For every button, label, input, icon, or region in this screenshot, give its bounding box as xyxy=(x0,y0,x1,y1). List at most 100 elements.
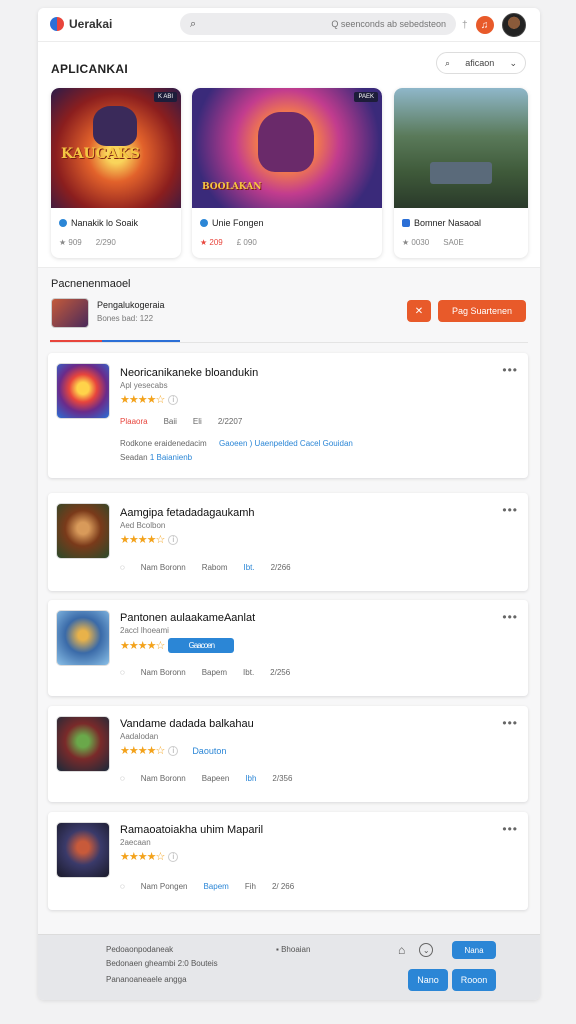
app-subtitle: Aadalodan xyxy=(120,732,159,741)
app-card[interactable]: Vandame dadada balkahau Aadalodan ★★★★☆ … xyxy=(48,706,528,802)
developer-avatar[interactable] xyxy=(51,298,89,328)
info-icon[interactable]: i xyxy=(168,534,179,545)
app-card[interactable]: Aamgipa fetadadagaukamh Aed Bcolbon ★★★★… xyxy=(48,493,528,591)
search-bar[interactable]: ⌕ xyxy=(180,13,456,35)
desc-left: Rodkone eraidenedacim xyxy=(120,439,207,448)
app-title: Aamgipa fetadadagaukamh xyxy=(120,507,255,519)
featured-artwork: KAUCAKS K ABI xyxy=(51,88,181,208)
meta-item: 2/256 xyxy=(270,668,291,677)
top-bar: Uerakai ⌕ † ♫ xyxy=(38,8,540,42)
location-icon: ◌ xyxy=(120,668,125,677)
app-description-2: Seadan 1 Baianienb xyxy=(120,453,192,462)
brand[interactable]: Uerakai xyxy=(50,17,112,31)
featured-name-text: Nanakik lo Soaik xyxy=(71,218,139,228)
footer-line: Pananoaneaele angga xyxy=(106,975,187,984)
pin-icon[interactable]: † xyxy=(462,20,468,31)
info-icon[interactable]: i xyxy=(168,851,179,862)
corner-badge: K ABI xyxy=(153,92,177,102)
featured-card[interactable]: BOOLAKAN PAEK Unie Fongen ★ 209 £ 090 xyxy=(192,88,382,258)
app-title: Vandame dadada balkahau xyxy=(120,718,254,730)
featured-rating: ★ 0030 xyxy=(402,238,430,247)
user-avatar[interactable] xyxy=(501,13,526,37)
app-extra-link[interactable]: Daouton xyxy=(192,746,226,756)
developer-name[interactable]: Pengalukogeraia xyxy=(97,300,165,310)
sort-dropdown[interactable]: ⌕ aficaon ⌄ xyxy=(436,52,526,74)
verified-icon xyxy=(200,219,208,227)
more-options-icon[interactable]: ••• xyxy=(502,363,518,377)
app-title: Ramaoatoiakha uhim Maparil xyxy=(120,824,264,836)
more-options-icon[interactable]: ••• xyxy=(502,610,518,624)
star-rating: ★★★★☆ Gaacoen xyxy=(120,638,235,653)
meta-item: Plaaora xyxy=(120,417,148,426)
top-icons: † ♫ xyxy=(462,13,526,37)
app-window: Uerakai ⌕ † ♫ APLICANKAI ⌕ aficaon ⌄ KAU… xyxy=(38,8,540,1000)
featured-card[interactable]: Bomner Nasaoal ★ 0030 SA0E xyxy=(394,88,528,258)
more-options-icon[interactable]: ••• xyxy=(502,503,518,517)
more-options-icon[interactable]: ••• xyxy=(502,716,518,730)
stars-icon: ★★★★☆ xyxy=(120,394,165,406)
featured-artwork xyxy=(394,88,528,208)
app-title: Pantonen aulaakameAanlat xyxy=(120,612,256,624)
chat-icon[interactable]: ⌄ xyxy=(419,943,434,957)
more-options-icon[interactable]: ••• xyxy=(502,822,518,836)
app-description: Rodkone eraidenedacim Gaoeen ) Uaenpelde… xyxy=(120,439,353,448)
footer-line: Bedonaen gheambi 2:0 Bouteis xyxy=(106,959,218,968)
footer-line: Pedoaonpodaneak xyxy=(106,945,174,954)
stars-icon: ★★★★☆ xyxy=(120,640,165,652)
app-meta-row: ◌ Nam Boronn Rabom Ibt. 2/266 xyxy=(120,563,291,572)
star-rating: ★★★★☆ i xyxy=(120,393,179,406)
meta-item: Rabom xyxy=(201,563,228,572)
location-icon: ◌ xyxy=(120,563,125,572)
app-subtitle: 2aecaan xyxy=(120,838,151,847)
featured-meta: ★ 209 £ 090 xyxy=(200,238,257,247)
app-meta-row: ◌ Nam Boronn Bapem Ibt. 2/256 xyxy=(120,668,290,677)
sort-label: aficaon xyxy=(465,58,495,68)
app-card[interactable]: Neoricanikaneke bloandukin Apl yesecabs … xyxy=(48,353,528,478)
featured-name-text: Unie Fongen xyxy=(212,218,264,228)
app-subtitle: 2accl lhoeami xyxy=(120,626,169,635)
meta-item: Bapeen xyxy=(201,774,230,783)
meta-item: Bapem xyxy=(201,668,228,677)
footer-secondary-button[interactable]: Rooon xyxy=(452,969,496,991)
section-title: APLICANKAI xyxy=(51,62,128,76)
vehicle-figure xyxy=(430,162,492,184)
meta-item: Bapem xyxy=(203,882,229,891)
featured-count: SA0E xyxy=(443,238,464,247)
desc-link[interactable]: Gaoeen ) Uaenpelded Cacel Gouidan xyxy=(219,439,353,448)
filter-search-icon: ⌕ xyxy=(445,57,451,68)
meta-item: 2/2207 xyxy=(217,417,243,426)
app-meta-row: ◌ Nam Pongen Bapem Fih 2/ 266 xyxy=(120,882,294,891)
bookmark-outline-icon[interactable]: ⌂ xyxy=(398,943,405,957)
app-subtitle: Apl yesecabs xyxy=(120,381,168,390)
footer-mid-text: Bhoaian xyxy=(281,945,311,954)
notification-icon[interactable]: ♫ xyxy=(475,16,494,34)
app-title: Neoricanikaneke bloandukin xyxy=(120,367,259,379)
footer-mid-label: ▪ Bhoaian xyxy=(276,945,310,954)
stars-icon: ★★★★☆ xyxy=(120,534,165,546)
follow-button[interactable]: Pag Suartenen xyxy=(438,300,526,322)
app-name: Uerakai xyxy=(69,17,113,31)
featured-card[interactable]: KAUCAKS K ABI Nanakik lo Soaik ★ 909 2/2… xyxy=(51,88,181,258)
location-icon: ◌ xyxy=(120,774,125,783)
app-icon xyxy=(56,610,110,666)
developer-section-title: Pacnenenmaoel xyxy=(51,278,131,290)
footer-primary-button[interactable]: Nano xyxy=(408,969,448,991)
app-icon xyxy=(56,822,110,878)
featured-rating: ★ 909 xyxy=(59,238,82,247)
meta-item: Nam Boronn xyxy=(140,668,186,677)
app-meta-row: ◌ Nam Boronn Bapeen Ibh 2/356 xyxy=(120,774,292,783)
desc2-link[interactable]: 1 Baianienb xyxy=(150,453,192,462)
developer-stats: Bones bad: 122 xyxy=(97,314,154,323)
footer-badge-button[interactable]: Nana xyxy=(452,941,496,959)
meta-item: Fih xyxy=(244,882,256,891)
app-card[interactable]: Ramaoatoiakha uhim Maparil 2aecaan ★★★★☆… xyxy=(48,812,528,910)
meta-item: Ibt. xyxy=(243,668,255,677)
close-icon[interactable]: ✕ xyxy=(407,300,431,322)
star-rating: ★★★★☆ i xyxy=(120,533,179,546)
search-input[interactable] xyxy=(196,19,446,29)
app-tag-button[interactable]: Gaacoen xyxy=(168,638,235,653)
info-icon[interactable]: i xyxy=(168,745,179,756)
app-card[interactable]: Pantonen aulaakameAanlat 2accl lhoeami ★… xyxy=(48,600,528,696)
info-icon[interactable]: i xyxy=(168,394,179,405)
meta-item: Nam Pongen xyxy=(140,882,188,891)
